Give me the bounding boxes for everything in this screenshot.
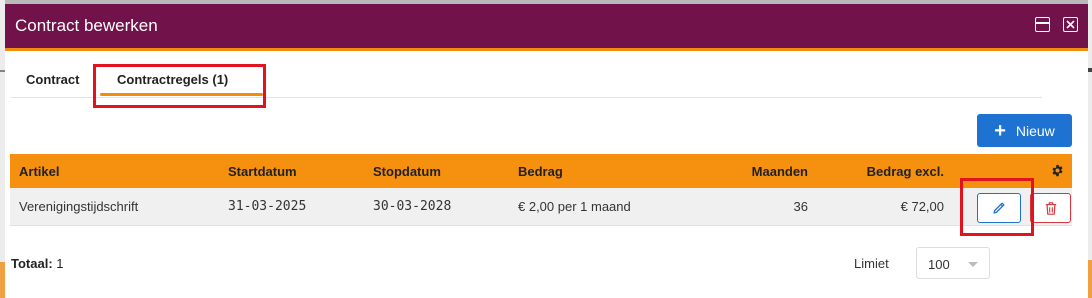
column-header-startdatum[interactable]: Startdatum xyxy=(228,164,297,179)
table-header: Artikel Startdatum Stopdatum Bedrag Maan… xyxy=(10,154,1072,188)
plus-icon: + xyxy=(994,119,1006,142)
column-header-bedrag-excl[interactable]: Bedrag excl. xyxy=(830,164,944,179)
trash-icon xyxy=(1045,201,1056,215)
column-header-stopdatum[interactable]: Stopdatum xyxy=(373,164,441,179)
background-accent xyxy=(1088,260,1092,298)
titlebar-accent-line xyxy=(5,48,1088,51)
cell-bedrag: € 2,00 per 1 maand xyxy=(518,199,631,214)
total-count: Totaal: 1 xyxy=(11,256,64,271)
highlight-box-tab xyxy=(93,64,266,108)
column-header-bedrag[interactable]: Bedrag xyxy=(518,164,563,179)
column-header-maanden[interactable]: Maanden xyxy=(710,164,808,179)
cell-startdatum: 31-03-2025 xyxy=(228,199,307,214)
window-controls xyxy=(1035,17,1078,32)
limit-select[interactable]: 100 xyxy=(916,247,990,279)
total-value: 1 xyxy=(56,256,64,271)
cell-artikel: Verenigingstijdschrift xyxy=(19,199,139,214)
column-header-artikel[interactable]: Artikel xyxy=(19,164,59,179)
window-close-icon[interactable] xyxy=(1063,17,1078,32)
limit-value: 100 xyxy=(928,257,950,272)
dialog-titlebar[interactable]: Contract bewerken xyxy=(5,4,1088,48)
tab-contract[interactable]: Contract xyxy=(26,72,79,87)
table-row[interactable]: Verenigingstijdschrift 31-03-2025 30-03-… xyxy=(10,188,1072,226)
limit-label: Limiet xyxy=(854,256,889,271)
total-label: Totaal: xyxy=(11,256,53,271)
background-marker xyxy=(1088,68,1092,72)
gear-icon[interactable] xyxy=(1051,164,1064,182)
new-button[interactable]: + Nieuw xyxy=(977,114,1072,147)
cell-stopdatum: 30-03-2028 xyxy=(373,199,452,214)
new-button-label: Nieuw xyxy=(1015,122,1055,139)
chevron-down-icon xyxy=(968,262,978,267)
dialog-title: Contract bewerken xyxy=(15,16,158,35)
delete-button[interactable] xyxy=(1030,193,1071,223)
highlight-box-edit xyxy=(960,178,1034,236)
cell-bedrag-excl: € 72,00 xyxy=(900,199,944,214)
cell-maanden: 36 xyxy=(793,199,808,214)
background-right xyxy=(1088,0,1092,298)
window-restore-icon[interactable] xyxy=(1035,17,1050,32)
